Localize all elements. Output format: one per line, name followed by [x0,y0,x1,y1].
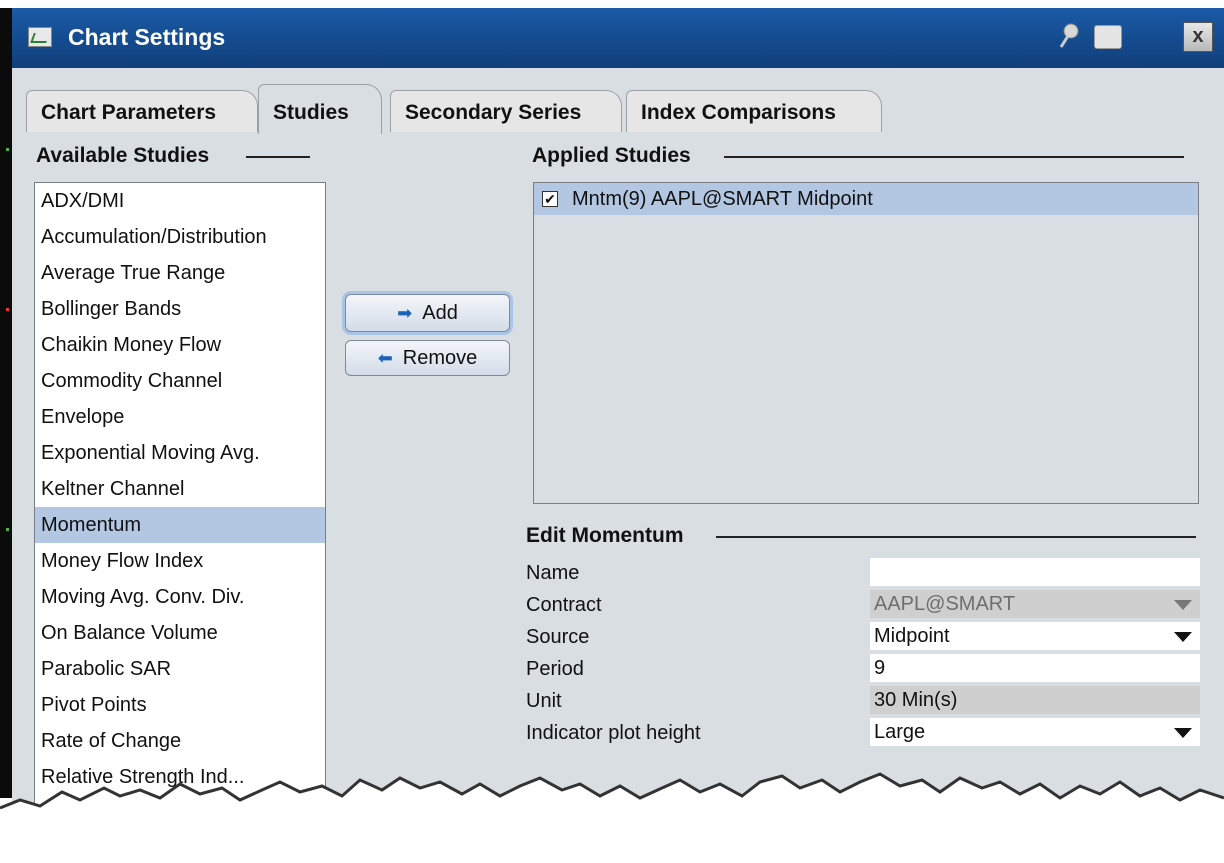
window-title: Chart Settings [68,24,226,50]
list-item[interactable]: Chaikin Money Flow [35,327,325,363]
tab-studies[interactable]: Studies [258,84,382,134]
remove-button-label: Remove [402,346,478,369]
list-item[interactable]: Rate of Change [35,723,325,759]
background-chart-strip [0,8,12,798]
period-label: Period [526,658,584,680]
contract-label: Contract [526,594,602,616]
remove-button[interactable]: ⬅ Remove [345,340,510,376]
plot-height-select[interactable]: Large [870,718,1200,746]
tab-chart-parameters[interactable]: Chart Parameters [26,90,258,132]
applied-studies-heading: Applied Studies [532,144,691,167]
list-item[interactable]: Bollinger Bands [35,291,325,327]
add-button-label: Add [422,301,458,324]
contract-select[interactable]: AAPL@SMART [870,590,1200,618]
source-value: Midpoint [874,625,950,647]
chevron-down-icon [1174,632,1192,642]
applied-study-label: Mntm(9) AAPL@SMART Midpoint [572,188,873,210]
name-label: Name [526,562,580,584]
plot-height-value: Large [874,721,926,743]
available-studies-heading: Available Studies [36,144,210,167]
tab-bar: Chart Parameters Studies Secondary Serie… [12,84,1224,134]
period-input[interactable]: 9 [870,654,1200,682]
list-item[interactable]: Money Flow Index [35,543,325,579]
print-icon[interactable] [1094,25,1122,49]
source-select[interactable]: Midpoint [870,622,1200,650]
unit-label: Unit [526,690,562,712]
pin-icon[interactable] [1058,23,1080,49]
studies-panel: Available Studies ADX/DMI Accumulation/D… [12,134,1224,863]
name-input[interactable] [870,558,1200,586]
edit-momentum-heading: Edit Momentum [526,524,684,547]
heading-divider [716,536,1196,538]
title-bar[interactable]: Chart Settings x [12,8,1224,68]
heading-divider [724,156,1184,158]
arrow-right-icon: ➡ [397,302,413,323]
chevron-down-icon [1174,728,1192,738]
applied-studies-list[interactable]: ✔ Mntm(9) AAPL@SMART Midpoint [533,182,1199,504]
heading-divider [246,156,310,158]
list-item[interactable]: ADX/DMI [35,183,325,219]
torn-paper-edge [0,772,1224,863]
list-item-selected[interactable]: Momentum [35,507,325,543]
list-item[interactable]: Moving Avg. Conv. Div. [35,579,325,615]
source-label: Source [526,626,590,648]
list-item[interactable]: Pivot Points [35,687,325,723]
arrow-left-icon: ⬅ [377,347,393,368]
unit-input[interactable]: 30 Min(s) [870,686,1200,714]
list-item[interactable]: On Balance Volume [35,615,325,651]
add-button[interactable]: ➡ Add [345,294,510,332]
list-item[interactable]: Exponential Moving Avg. [35,435,325,471]
plot-height-label: Indicator plot height [526,722,701,744]
contract-value: AAPL@SMART [874,593,1016,615]
chevron-down-icon [1174,600,1192,610]
chart-settings-window: Chart Settings x Chart Parameters Studie… [12,8,1224,863]
checkbox[interactable]: ✔ [542,191,558,207]
chart-icon [28,27,52,47]
applied-study-row[interactable]: ✔ Mntm(9) AAPL@SMART Midpoint [534,183,1198,215]
list-item[interactable]: Accumulation/Distribution [35,219,325,255]
list-item[interactable]: Envelope [35,399,325,435]
list-item[interactable]: Average True Range [35,255,325,291]
close-button[interactable]: x [1183,22,1213,52]
tab-secondary-series[interactable]: Secondary Series [390,90,622,132]
tab-index-comparisons[interactable]: Index Comparisons [626,90,882,132]
list-item[interactable]: Parabolic SAR [35,651,325,687]
list-item[interactable]: Keltner Channel [35,471,325,507]
list-item[interactable]: Commodity Channel [35,363,325,399]
available-studies-list[interactable]: ADX/DMI Accumulation/Distribution Averag… [34,182,326,824]
